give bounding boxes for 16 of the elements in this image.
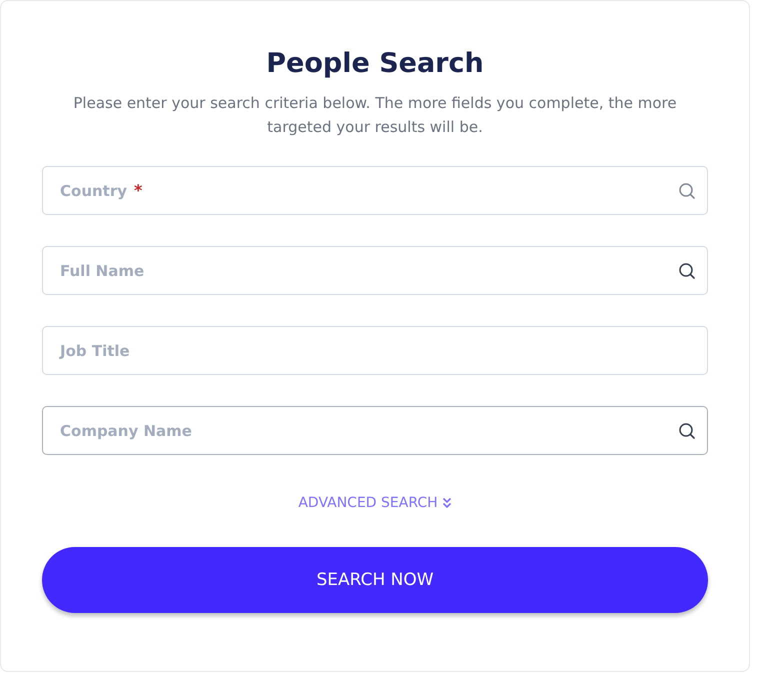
input-field[interactable]: Company Name xyxy=(42,406,708,455)
search-icon[interactable] xyxy=(678,422,696,440)
instructions-text: Please enter your search criteria below. The more fields you complete, the more targeted your results will be. xyxy=(72,93,678,138)
advanced-search-link[interactable]: ADVANCED SEARCH xyxy=(298,495,452,511)
input-field[interactable]: Country * xyxy=(42,166,708,215)
input-field[interactable]: Job Title xyxy=(42,326,708,375)
placeholder-text: Job Title xyxy=(60,342,130,360)
placeholder-text: Country xyxy=(60,182,128,200)
double-chevron-icon xyxy=(442,497,452,509)
page-title: People Search xyxy=(265,47,485,81)
search-now-button[interactable]: SEARCH NOW xyxy=(42,547,708,613)
placeholder-text: Company Name xyxy=(60,422,192,440)
placeholder-text: Full Name xyxy=(60,262,144,280)
input-field[interactable]: Full Name xyxy=(42,246,708,295)
required-mark: * xyxy=(134,181,142,200)
search-icon[interactable] xyxy=(678,262,696,280)
